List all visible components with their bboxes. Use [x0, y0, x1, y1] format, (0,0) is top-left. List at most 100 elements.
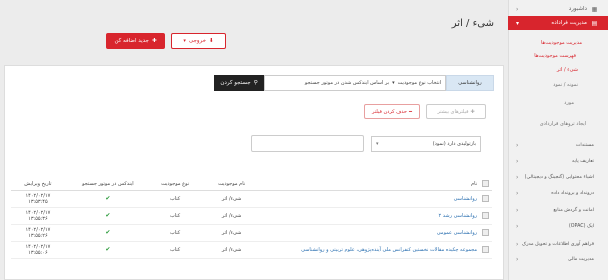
row-type: کتاب — [150, 224, 200, 242]
row-entity: شیء/ اثر — [199, 241, 264, 259]
chevron-down-icon: ▾ — [376, 141, 379, 147]
filter-value-input[interactable] — [251, 135, 364, 152]
table-row[interactable]: روانشناسی عمومی شیء/ اثر کتاب ✔ ۱۴۰۲/۰۲/۱۷ ۱۳… — [11, 224, 492, 242]
minus-icon: ━ — [408, 108, 412, 115]
row-entity: شیء/ اثر — [199, 190, 264, 208]
row-checkbox[interactable] — [479, 224, 492, 242]
row-type: کتاب — [150, 190, 200, 208]
chevron-icon: ‹ — [516, 173, 519, 181]
download-icon: ⬇ — [209, 38, 214, 44]
sidebar-item-lower-7[interactable]: مدیریت مالی ‹ — [508, 252, 608, 266]
chevron-icon: ▾ — [516, 19, 520, 27]
sidebar-item-label: تعاریف پایه — [572, 158, 594, 164]
dashboard-icon: ▦ — [591, 5, 598, 13]
row-checkbox[interactable] — [479, 241, 492, 259]
col-edit-date[interactable]: تاریخ ویرایش — [11, 178, 65, 191]
sidebar-item-lower-5[interactable]: اپک (OPAC) ‹ — [508, 219, 608, 233]
row-date: ۱۴۰۲/۰۲/۱۷ ۱۳:۵۳:۴۵ — [11, 190, 65, 208]
sidebar-subitem-3[interactable]: نمونه / نمود — [508, 79, 608, 91]
sidebar-item-lower-4[interactable]: امانت و گردش منابع ‹ — [508, 203, 608, 217]
sidebar-item-label: اشیاء محتوایی (گنجینگ و دیجیتالی) — [524, 174, 594, 180]
sidebar-item-label: اپک (OPAC) — [568, 223, 594, 229]
sidebar-subitem-2[interactable]: شیء / اثر — [508, 64, 608, 76]
plus-icon: ✚ — [151, 38, 157, 44]
row-type: کتاب — [150, 207, 200, 225]
plus-icon: ✚ — [470, 108, 475, 115]
search-input[interactable]: روانشناسی — [446, 75, 494, 91]
sidebar-item-lower-6[interactable]: فراهم آوری اطلاعات و تحویل مدرک ‹ — [508, 237, 608, 251]
check-icon: ✔ — [105, 212, 111, 219]
sidebar-item-label: مدیریت فراداده — [551, 20, 587, 26]
chevron-icon: ‹ — [516, 240, 519, 248]
add-new-button[interactable]: ✚ جدید اضافه کن — [106, 33, 165, 49]
row-checkbox[interactable] — [479, 207, 492, 225]
chevron-icon: ‹ — [516, 206, 519, 214]
sidebar-subitem-5[interactable]: ایجاد تروهای قراردادی — [508, 118, 608, 130]
sidebar-item-lower-0[interactable]: مستندات ‹ — [508, 138, 608, 152]
sidebar-item-label: درونداد و برونداد داده — [551, 190, 594, 196]
chevron-icon: ‹ — [516, 255, 519, 263]
row-indexed: ✔ — [64, 207, 151, 225]
sidebar-item-label: امانت و گردش منابع — [553, 207, 594, 213]
row-type: کتاب — [150, 241, 200, 259]
row-date-time: ۱۳:۵۵:۰۶ — [28, 249, 48, 256]
sidebar-item-lower-2[interactable]: اشیاء محتوایی (گنجینگ و دیجیتالی) ‹ — [508, 170, 608, 184]
row-name-link[interactable]: مجموعه چکیده مقالات نخستین کنفرانس ملی آ… — [263, 241, 480, 259]
sidebar-item-label: داشبورد — [568, 6, 587, 12]
chevron-icon: ‹ — [516, 222, 519, 230]
table-row[interactable]: مجموعه چکیده مقالات نخستین کنفرانس ملی آ… — [11, 241, 492, 259]
table-row[interactable]: روانشناسی رشد ۲ شیء/ اثر کتاب ✔ ۱۴۰۲/۰۲/۱۷ ۱۳… — [11, 207, 492, 225]
row-date: ۱۴۰۲/۰۲/۱۷ ۱۳:۵۵:۲۶ — [11, 224, 65, 242]
row-name-link[interactable]: روانشناسی رشد ۲ — [263, 207, 480, 225]
main-area: شیء / اثر ✚ جدید اضافه کن ⬇ خروجی ▾ روان… — [0, 0, 508, 280]
metadata-icon: ▤ — [591, 19, 598, 27]
col-name[interactable]: نام — [263, 178, 480, 191]
check-icon: ✔ — [105, 195, 111, 202]
row-indexed: ✔ — [64, 190, 151, 208]
chevron-down-icon: ▾ — [392, 80, 395, 86]
chevron-icon: ‹ — [516, 141, 519, 149]
row-indexed: ✔ — [64, 224, 151, 242]
chevron-icon: ‹ — [516, 5, 519, 13]
sidebar-subitem-0[interactable]: مدیریت موجودیت‌ها — [508, 37, 608, 49]
sidebar-subitem-4[interactable]: مورد — [508, 97, 608, 109]
col-entity-type[interactable]: نوع موجودیت — [150, 178, 200, 191]
search-icon: ⚲ — [253, 80, 258, 86]
row-date-time: ۱۳:۵۵:۳۶ — [28, 215, 48, 222]
search-button[interactable]: ⚲ جستجو کردن — [214, 75, 264, 91]
sidebar-item-label: مدیریت مالی — [567, 256, 594, 262]
row-date-time: ۱۳:۵۵:۲۶ — [28, 232, 48, 239]
check-icon: ✔ — [105, 246, 111, 253]
page-title: شیء / اثر — [451, 18, 494, 29]
row-name-link[interactable]: روانشناسی عمومی — [263, 224, 480, 242]
table-row[interactable]: روانشناسی شیء/ اثر کتاب ✔ ۱۴۰۲/۰۲/۱۷ ۱۳:۵۳:۴۵ — [11, 190, 492, 208]
row-checkbox[interactable] — [479, 190, 492, 208]
chevron-icon: ‹ — [516, 189, 519, 197]
chevron-icon: ‹ — [516, 157, 519, 165]
sidebar-item-label: مستندات — [575, 142, 594, 148]
row-date-time: ۱۳:۵۳:۴۵ — [28, 198, 48, 205]
row-date: ۱۴۰۲/۰۲/۱۷ ۱۳:۵۵:۰۶ — [11, 241, 65, 259]
entity-type-select[interactable]: انتخاب نوع موجودیت ▾ بر اساس ایندکس شدن … — [264, 75, 446, 91]
row-date: ۱۴۰۲/۰۲/۱۷ ۱۳:۵۵:۳۶ — [11, 207, 65, 225]
sidebar-item-label: فراهم آوری اطلاعات و تحویل مدرک — [521, 241, 594, 247]
col-indexed[interactable]: ایندکس در موتور جستجو — [64, 178, 151, 191]
clear-filter-button[interactable]: ━ حذف کردن فیلتر — [364, 104, 420, 119]
row-name-link[interactable]: روانشناسی — [263, 190, 480, 208]
sidebar-subitem-1[interactable]: فهرست موجودیت‌ها — [508, 50, 608, 62]
sidebar-item-0[interactable]: ▦ داشبورد ‹ — [508, 2, 608, 16]
sidebar-item-1[interactable]: ▤ مدیریت فراداده ▾ — [508, 16, 608, 30]
more-filters-button[interactable]: ✚ فیلترهای بیشتر — [426, 104, 486, 119]
select-all-checkbox[interactable] — [479, 178, 492, 191]
row-entity: شیء/ اثر — [199, 207, 264, 225]
row-indexed: ✔ — [64, 241, 151, 259]
row-entity: شیء/ اثر — [199, 224, 264, 242]
chevron-down-icon: ▾ — [183, 38, 186, 44]
export-button[interactable]: ⬇ خروجی ▾ — [171, 33, 226, 49]
col-entity-name[interactable]: نام موجودیت — [199, 178, 264, 191]
sidebar-item-lower-1[interactable]: تعاریف پایه ‹ — [508, 154, 608, 168]
sidebar: ▦ داشبورد ‹ ▤ مدیریت فراداده ▾ مدیریت موجودیت‌… — [508, 0, 608, 280]
filter-select[interactable]: بازتولیدی دارد (نمود) ▾ — [371, 136, 481, 152]
search-bar: روانشناسی انتخاب نوع موجودیت ▾ بر اساس ا… — [214, 75, 494, 91]
sidebar-item-lower-3[interactable]: درونداد و برونداد داده ‹ — [508, 186, 608, 200]
